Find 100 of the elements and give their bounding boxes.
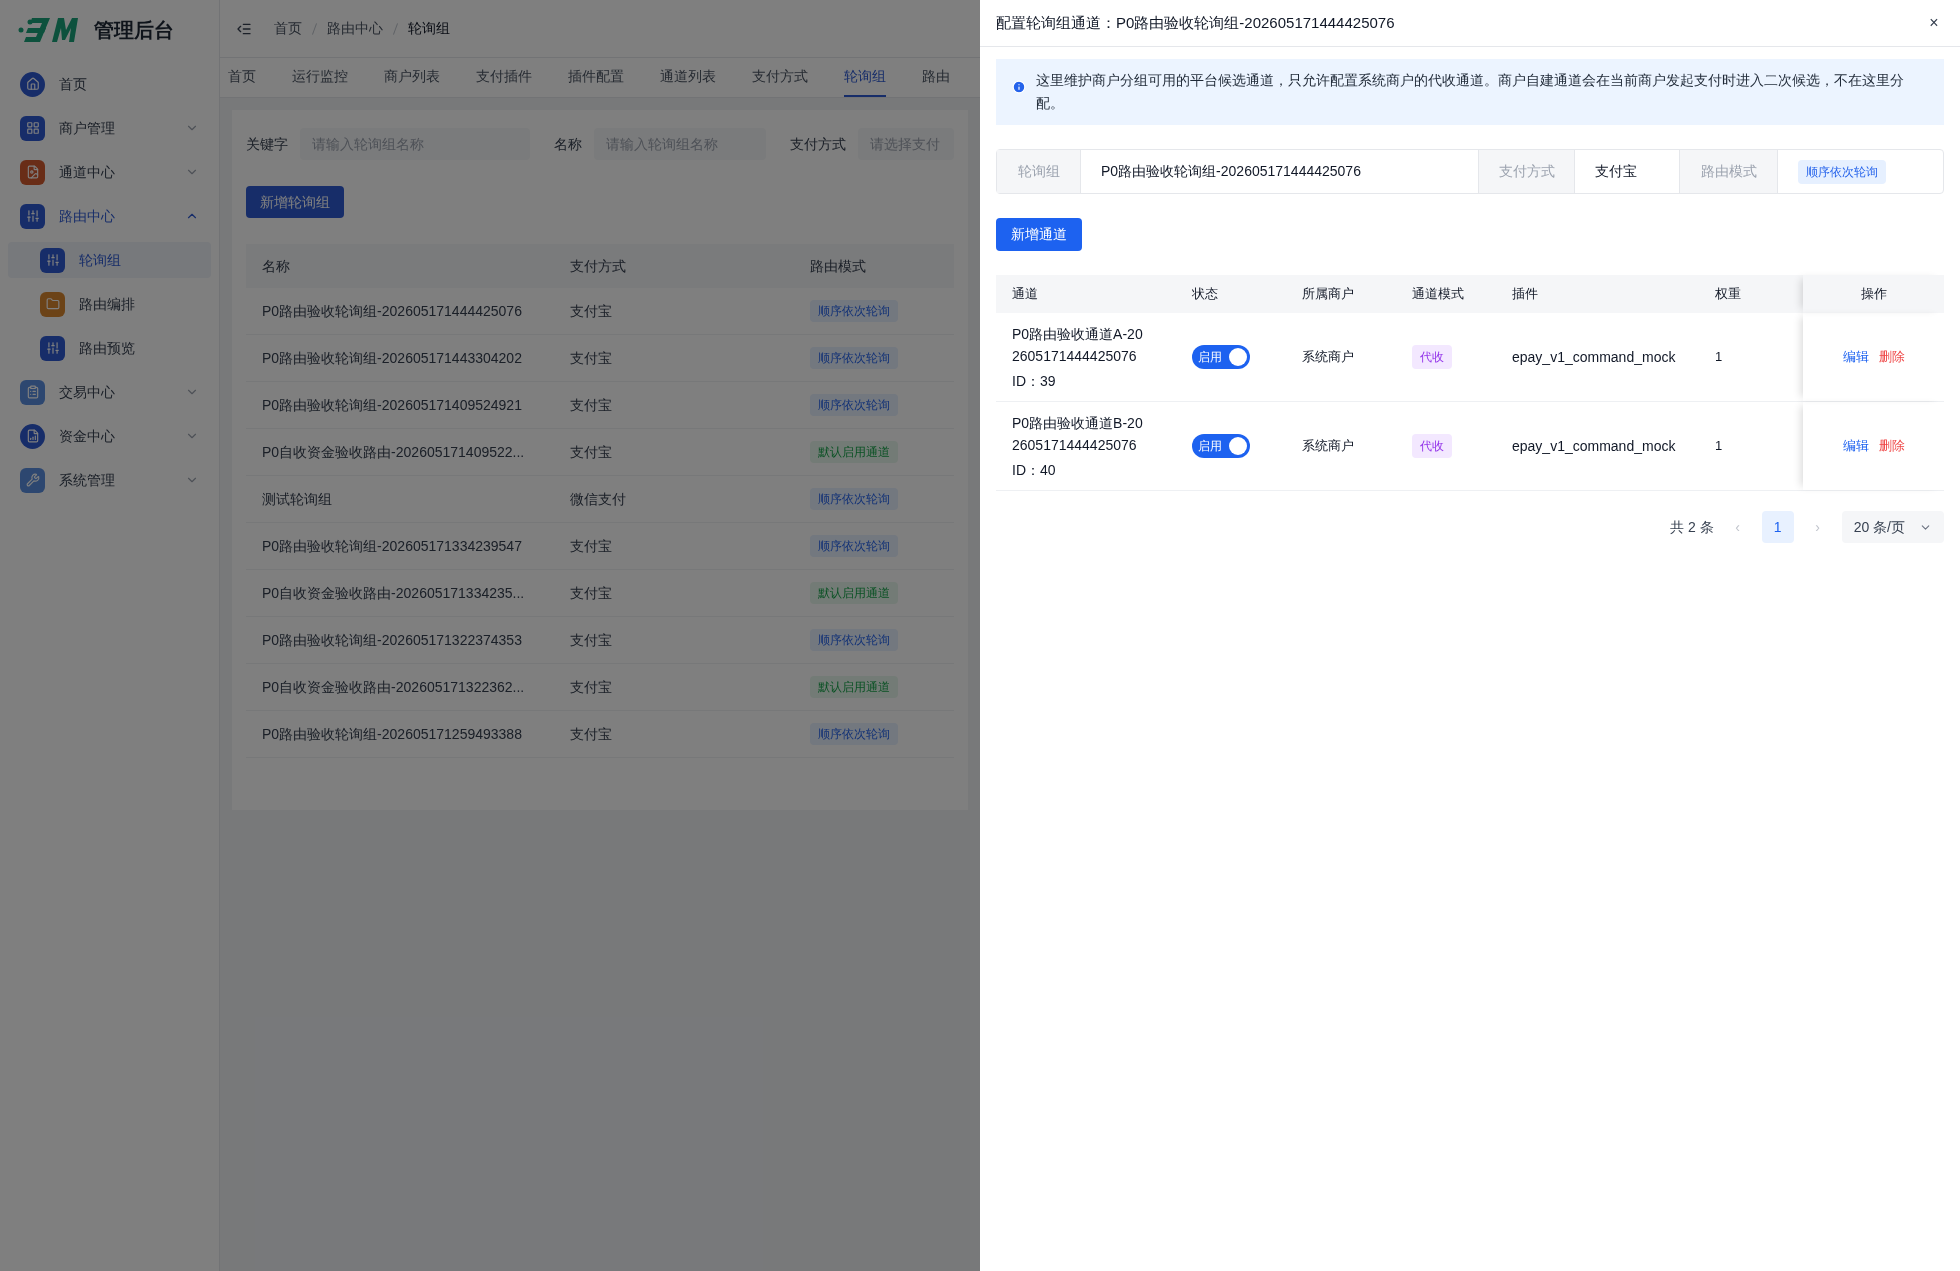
description-label: 轮询组 (997, 150, 1081, 193)
column-header: 状态 (1191, 285, 1219, 304)
channel-id: ID：40 (1012, 460, 1057, 480)
table-cell-text: P0路由验收轮询组-202605171259493388 (262, 724, 523, 744)
mode-tag: 代收 (1412, 434, 1452, 458)
status-toggle[interactable]: 启用 (1192, 434, 1250, 458)
add-channel-button[interactable]: 新增通道 (996, 218, 1082, 251)
table-cell-text: P0自收资金验收路由-202605171334235... (262, 583, 526, 603)
table-cell-text: 1 (1714, 437, 1724, 456)
table-cell-text: epay_v1_command_mock (1511, 436, 1677, 456)
table-cell-text: epay_v1_command_mock (1511, 347, 1677, 367)
column-header: 支付方式 (570, 256, 627, 276)
column-header: 所属商户 (1301, 285, 1355, 304)
page-tab[interactable]: 商户列表 (384, 58, 440, 97)
status-toggle[interactable]: 启用 (1192, 345, 1250, 369)
sidebar-subitem[interactable]: 路由预览 (8, 330, 211, 366)
table-cell-text: 支付宝 (570, 583, 613, 603)
table-cell-text: 支付宝 (570, 301, 613, 321)
page-tab[interactable]: 插件配置 (568, 58, 624, 97)
sidebar-item[interactable]: 商户管理 (8, 110, 211, 146)
sliders-icon (20, 203, 45, 229)
table-cell-text: 1 (1714, 348, 1724, 367)
add-group-button[interactable]: 新增轮询组 (246, 186, 344, 218)
sliders-icon (40, 247, 65, 273)
table-cell-text: P0自收资金验收路由-202605171322362... (262, 677, 526, 697)
page-tab[interactable]: 运行监控 (292, 58, 348, 97)
mode-tag: 顺序依次轮询 (810, 300, 898, 322)
table-cell-text: P0路由验收轮询组-202605171409524921 (262, 395, 523, 415)
table-cell-text: 微信支付 (570, 489, 627, 509)
edit-link[interactable]: 编辑 (1842, 436, 1869, 456)
table-cell-text: 支付宝 (570, 395, 613, 415)
clipboard-icon (20, 379, 45, 405)
mode-tag: 顺序依次轮询 (810, 629, 898, 651)
drawer-title: 配置轮询组通道：P0路由验收轮询组-202605171444425076 (996, 12, 1395, 33)
channel-id: ID：39 (1012, 371, 1057, 391)
page-tab[interactable]: 支付插件 (476, 58, 532, 97)
table-cell-text: 测试轮询组 (262, 489, 333, 509)
grid-icon (20, 115, 45, 141)
mode-tag: 默认启用通道 (810, 676, 898, 698)
column-header: 权重 (1714, 285, 1742, 304)
mode-tag: 顺序依次轮询 (810, 394, 898, 416)
sidebar-item[interactable]: 交易中心 (8, 374, 211, 410)
channel-name: P0路由验收通道A-202605171444425076 (1012, 324, 1144, 366)
breadcrumb-item[interactable]: 路由中心 (327, 18, 383, 39)
page-tab[interactable]: 轮询组 (844, 58, 886, 97)
table-cell-text: 支付宝 (570, 348, 613, 368)
logo-icon (18, 16, 78, 44)
mode-tag: 顺序依次轮询 (1798, 159, 1886, 184)
page-button[interactable]: 1 (1761, 511, 1794, 543)
mode-tag: 顺序依次轮询 (810, 347, 898, 369)
column-header: 通道模式 (1411, 285, 1465, 304)
mode-tag: 默认启用通道 (810, 582, 898, 604)
edit-link[interactable]: 编辑 (1842, 347, 1869, 367)
page-tab[interactable]: 通道列表 (660, 58, 716, 97)
description-label: 路由模式 (1679, 150, 1778, 193)
filter-label: 支付方式 (790, 134, 846, 154)
sidebar-item[interactable]: 路由中心 (8, 198, 211, 234)
sidebar-item[interactable]: 资金中心 (8, 418, 211, 454)
sidebar-item[interactable]: 首页 (8, 66, 211, 102)
table-cell-text: P0路由验收轮询组-202605171444425076 (262, 301, 523, 321)
total-count: 共 2 条 (1670, 517, 1714, 537)
mode-tag: 顺序依次轮询 (810, 488, 898, 510)
delete-link[interactable]: 删除 (1878, 347, 1905, 367)
column-header: 操作 (1860, 285, 1887, 304)
sliders-icon (40, 335, 65, 361)
wrench-icon (20, 467, 45, 493)
sidebar-subitem[interactable]: 轮询组 (8, 242, 211, 278)
page-tab[interactable]: 路由 (922, 58, 950, 97)
app-title: 管理后台 (94, 18, 174, 43)
page-size-select[interactable]: 20 条/页 (1841, 511, 1944, 543)
image-file-icon (20, 159, 45, 185)
info-icon (1012, 80, 1026, 94)
breadcrumb-item[interactable]: 首页 (274, 18, 302, 39)
filter-label: 关键字 (246, 134, 288, 154)
table-cell-text: P0路由验收轮询组-202605171322374353 (262, 630, 523, 650)
mode-tag: 顺序依次轮询 (810, 723, 898, 745)
mode-tag: 顺序依次轮询 (810, 535, 898, 557)
table-cell-text: 系统商户 (1301, 348, 1355, 367)
sidebar-item[interactable]: 系统管理 (8, 462, 211, 498)
table-cell-text: P0路由验收轮询组-202605171443304202 (262, 348, 523, 368)
table-cell-text: 系统商户 (1301, 437, 1355, 456)
filter-label: 名称 (554, 134, 582, 154)
channel-name: P0路由验收通道B-202605171444425076 (1012, 413, 1144, 455)
mode-tag: 默认启用通道 (810, 441, 898, 463)
close-button[interactable]: × (1924, 13, 1944, 33)
column-header: 通道 (1011, 285, 1039, 304)
table-cell-text: 支付宝 (570, 630, 613, 650)
delete-link[interactable]: 删除 (1878, 436, 1905, 456)
column-header: 插件 (1511, 285, 1539, 304)
table-cell-text: 支付宝 (570, 724, 613, 744)
page-tab[interactable]: 首页 (228, 58, 256, 97)
table-cell-text: P0自收资金验收路由-202605171409522... (262, 442, 526, 462)
description-label: 支付方式 (1478, 150, 1575, 193)
page-tab[interactable]: 支付方式 (752, 58, 808, 97)
description-value: 支付宝 (1595, 162, 1637, 181)
sidebar-subitem[interactable]: 路由编排 (8, 286, 211, 322)
sidebar-item[interactable]: 通道中心 (8, 154, 211, 190)
column-header: 路由模式 (810, 256, 867, 276)
table-cell-text: 支付宝 (570, 536, 613, 556)
chart-file-icon (20, 423, 45, 449)
